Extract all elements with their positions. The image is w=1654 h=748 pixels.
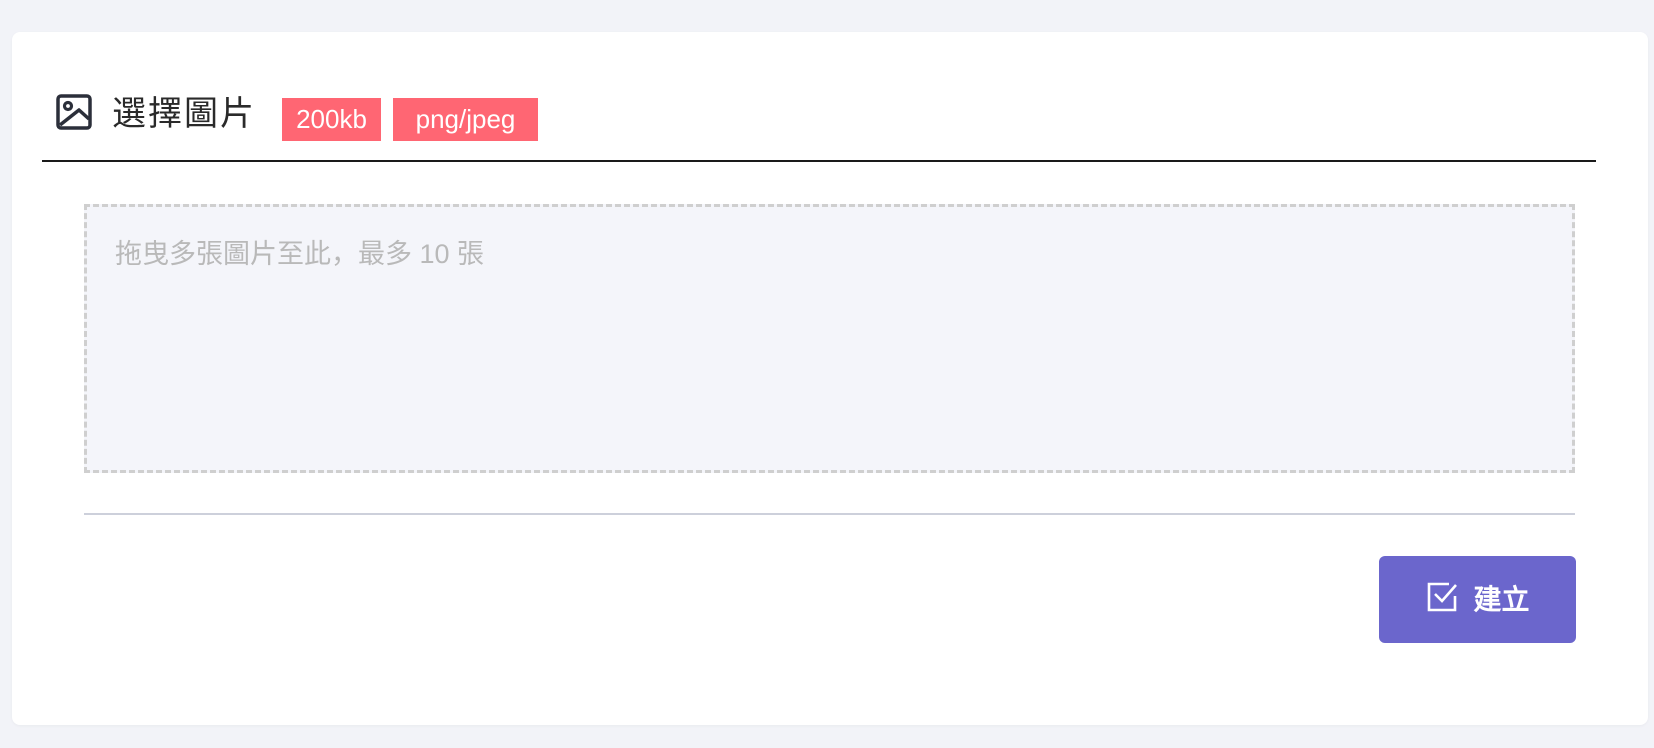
- create-button-label: 建立: [1473, 582, 1530, 616]
- format-badge: png/jpeg: [393, 98, 538, 141]
- create-button[interactable]: 建立: [1379, 556, 1576, 643]
- size-limit-badge: 200kb: [282, 98, 381, 141]
- dropzone-placeholder: 拖曳多張圖片至此，最多 10 張: [115, 239, 485, 269]
- page-title: 選擇圖片: [112, 94, 256, 134]
- image-dropzone[interactable]: 拖曳多張圖片至此，最多 10 張: [84, 204, 1575, 473]
- upload-header: 選擇圖片 200kb png/jpeg: [42, 58, 1596, 162]
- checkbox-check-icon: [1428, 582, 1458, 611]
- divider: [84, 513, 1575, 515]
- image-icon: [56, 94, 92, 130]
